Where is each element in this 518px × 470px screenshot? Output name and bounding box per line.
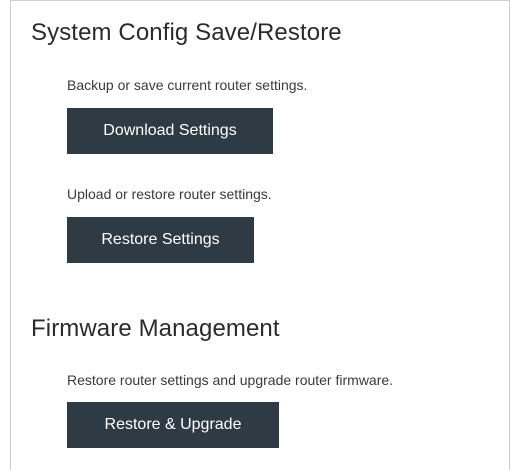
firmware-description: Restore router settings and upgrade rout… (67, 372, 394, 388)
backup-description: Backup or save current router settings. (67, 77, 308, 93)
restore-settings-button[interactable]: Restore Settings (67, 217, 254, 263)
restore-description: Upload or restore router settings. (67, 186, 272, 202)
system-config-title: System Config Save/Restore (31, 19, 342, 46)
download-settings-button[interactable]: Download Settings (67, 108, 273, 154)
firmware-management-title: Firmware Management (31, 315, 280, 342)
settings-panel: System Config Save/Restore Backup or sav… (10, 0, 510, 470)
restore-upgrade-button[interactable]: Restore & Upgrade (67, 402, 279, 448)
